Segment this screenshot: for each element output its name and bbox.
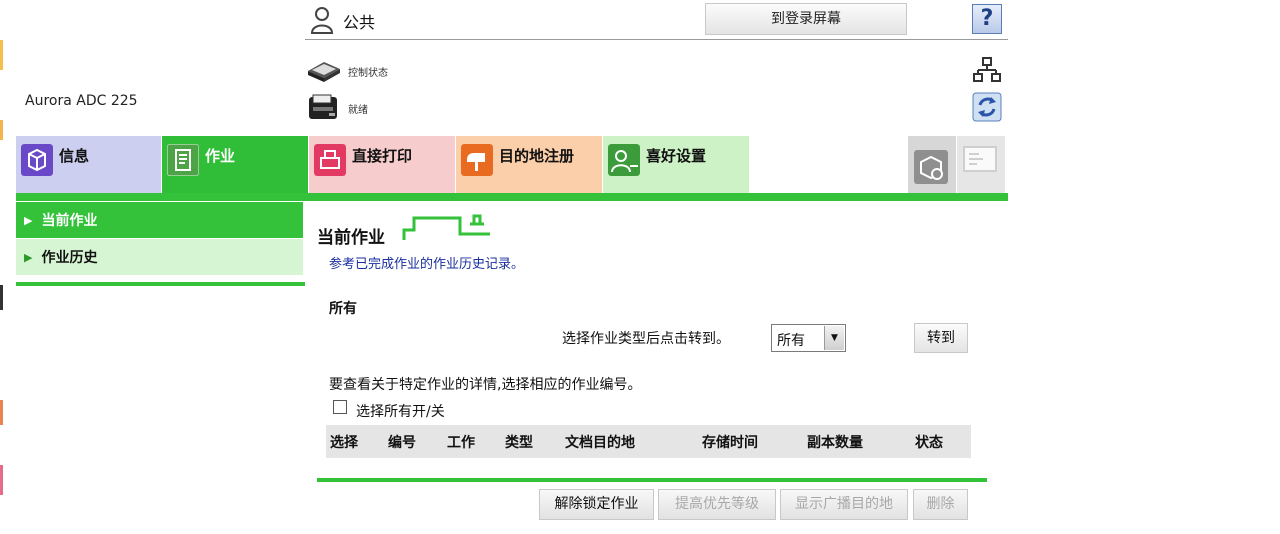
table-header-cell: 状态	[915, 435, 943, 451]
direct-print-icon	[314, 144, 346, 176]
sidenav-item-job-history[interactable]: ▶ 作业历史	[16, 239, 303, 275]
select-all-label: 选择所有开/关	[356, 404, 445, 420]
device-name: Aurora ADC 225	[25, 93, 138, 109]
sidenav-item-label: 作业历史	[41, 250, 98, 266]
help-button[interactable]: ?	[972, 4, 1002, 34]
scanner-status-label: 控制状态	[348, 67, 388, 79]
job-type-select-value: 所有	[777, 333, 805, 349]
table-header-cell: 编号	[388, 435, 416, 451]
delete-button[interactable]: 删除	[913, 489, 968, 520]
sidenav-divider	[16, 282, 305, 286]
tab-favorites[interactable]: 喜好设置	[603, 136, 749, 193]
user-row: 公共 到登录屏幕 ?	[305, 0, 1008, 40]
section-label: 所有	[329, 301, 357, 317]
edge-strip	[0, 400, 3, 425]
show-broadcast-destination-button[interactable]: 显示广播目的地	[780, 489, 908, 520]
tab-job-label: 作业	[205, 147, 236, 165]
table-header-cell: 工作	[447, 435, 475, 451]
tab-direct-print-label: 直接打印	[352, 147, 413, 165]
printer-status-label: 就绪	[348, 104, 368, 116]
login-screen-button[interactable]: 到登录屏幕	[705, 3, 907, 35]
tab-maintenance[interactable]	[908, 136, 956, 193]
table-header-cell: 副本数量	[807, 435, 863, 451]
table-header-cell: 选择	[330, 435, 358, 451]
title-decoration-icon	[402, 214, 490, 240]
tab-destination[interactable]: 目的地注册	[456, 136, 602, 193]
scanner-status-icon	[308, 62, 340, 82]
tab-direct-print[interactable]: 直接打印	[309, 136, 455, 193]
go-button[interactable]: 转到	[914, 323, 968, 353]
sidenav-item-label: 当前作业	[41, 213, 98, 229]
job-table-header: 选择 编号 工作 类型 文档目的地 存储时间 副本数量 状态	[326, 425, 971, 458]
tab-info[interactable]: 信息	[16, 136, 161, 193]
mailbox-icon	[461, 144, 493, 176]
info-icon	[21, 144, 53, 176]
raise-priority-button[interactable]: 提高优先等级	[658, 489, 776, 520]
page-title: 当前作业	[317, 228, 385, 248]
user-label: 公共	[343, 13, 376, 32]
network-icon[interactable]	[972, 55, 1002, 85]
tab-job[interactable]: 作业	[162, 136, 308, 193]
history-link[interactable]: 参考已完成作业的作业历史记录。	[329, 253, 524, 272]
tab-destination-label: 目的地注册	[499, 147, 575, 165]
edge-strip	[0, 120, 3, 140]
edge-strip	[0, 40, 3, 70]
maintenance-icon	[914, 150, 948, 184]
table-header-cell: 存储时间	[702, 435, 758, 451]
printer-status: 就绪	[305, 93, 368, 123]
content-divider	[317, 478, 987, 482]
user-settings-icon	[608, 144, 640, 176]
tab-admin[interactable]	[957, 136, 1005, 193]
chevron-down-icon[interactable]: ▼	[824, 326, 844, 350]
triangle-right-icon: ▶	[24, 213, 33, 227]
tab-favorites-label: 喜好设置	[646, 147, 707, 165]
release-held-job-button[interactable]: 解除锁定作业	[539, 489, 654, 520]
sidenav-item-current-jobs[interactable]: ▶ 当前作业	[16, 202, 303, 238]
job-icon	[167, 144, 199, 176]
user-icon	[310, 7, 334, 34]
scanner-status: 控制状态	[305, 56, 388, 86]
printer-status-icon	[309, 94, 337, 119]
table-header-cell: 类型	[505, 435, 533, 451]
tab-info-label: 信息	[59, 147, 90, 165]
table-header-cell: 文档目的地	[565, 435, 635, 451]
admin-card-icon	[963, 146, 997, 172]
edge-strip	[0, 465, 3, 495]
detail-hint: 要查看关于特定作业的详情,选择相应的作业编号。	[329, 377, 642, 393]
refresh-icon[interactable]	[972, 92, 1002, 122]
job-type-select[interactable]: 所有 ▼	[771, 324, 846, 352]
tab-underline	[16, 193, 1008, 201]
select-hint: 选择作业类型后点击转到。	[562, 331, 730, 347]
edge-strip	[0, 285, 3, 310]
select-all-checkbox[interactable]	[333, 400, 347, 414]
triangle-right-icon: ▶	[24, 250, 33, 264]
